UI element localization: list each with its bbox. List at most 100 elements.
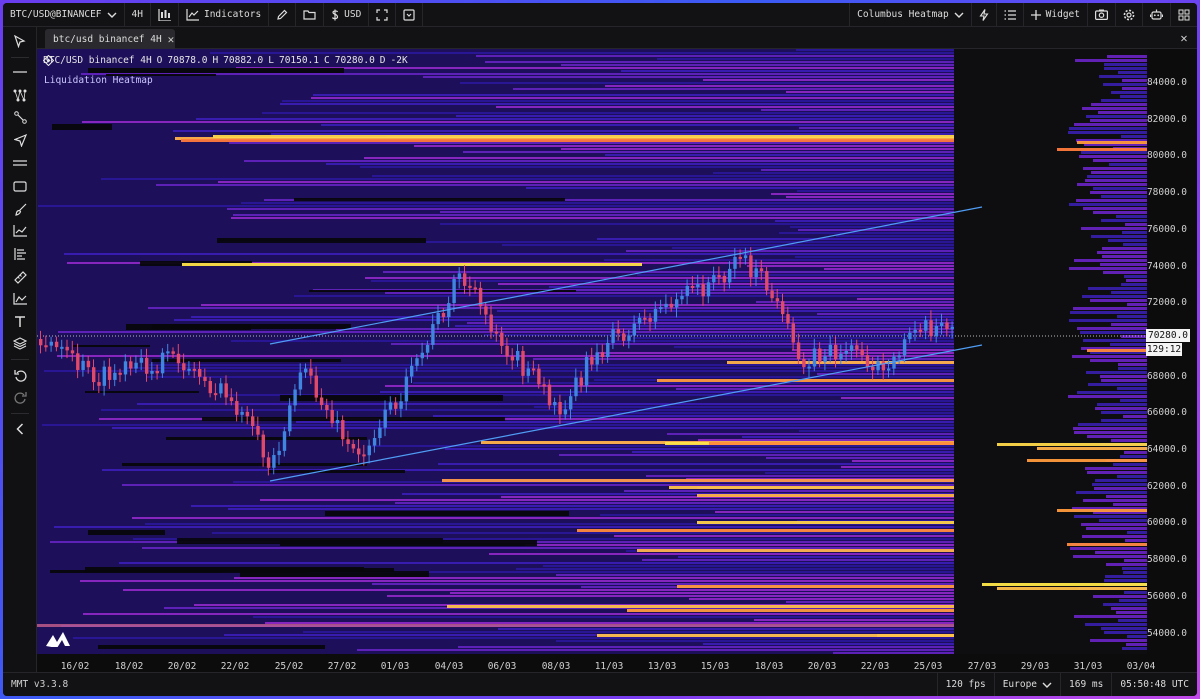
profile-bar [1073, 555, 1147, 558]
profile-bar [1116, 611, 1147, 614]
undo-button[interactable] [12, 367, 28, 383]
candle [198, 368, 202, 377]
horizontal-line-tool[interactable] [12, 64, 28, 80]
measure-tool[interactable] [12, 269, 28, 285]
text-tool[interactable] [12, 314, 28, 330]
candle [60, 346, 64, 349]
candle-countdown: 129:12 [1146, 343, 1182, 356]
candle [669, 303, 674, 308]
heatmap-gap [98, 645, 325, 649]
chart-area[interactable]: BTC/USD binancef 4H O 70878.0 H 70882.0 L7… [37, 49, 1197, 672]
chart-tab[interactable]: btc/usd binancef 4H ✕ [45, 29, 175, 49]
heatmap-band [447, 605, 954, 608]
candle [494, 331, 499, 334]
candle [765, 271, 769, 291]
heatmap-band [761, 169, 954, 171]
fullscreen-button[interactable] [369, 3, 397, 27]
forecast-tool[interactable] [12, 291, 28, 307]
profile-bar [1105, 575, 1147, 578]
time-tick-label: 29/03 [1020, 661, 1050, 672]
rectangle-tool[interactable] [12, 178, 28, 194]
bot-button[interactable] [1142, 3, 1170, 27]
heatmap-band [703, 79, 954, 81]
time-tick-label: 04/03 [434, 661, 464, 672]
profile-bar [1077, 327, 1147, 330]
fib-tool[interactable] [12, 87, 28, 103]
heatmap-band [64, 253, 954, 255]
redo-button[interactable] [12, 389, 28, 405]
heatmap-band [313, 94, 954, 96]
heatmap-band [796, 49, 954, 51]
heatmap-gap [309, 290, 576, 292]
candle [526, 368, 530, 376]
volume-profile-tool[interactable] [12, 246, 28, 262]
profile-bar [1091, 235, 1147, 238]
profile-bar [1094, 487, 1147, 490]
candle [510, 356, 515, 361]
settings-button[interactable] [1115, 3, 1142, 27]
heatmap-band [253, 616, 954, 618]
candle [590, 356, 594, 365]
draw-button[interactable] [269, 3, 297, 27]
layers-tool[interactable] [12, 335, 28, 351]
collapse-toolbar-button[interactable] [12, 421, 28, 437]
profile-bar [1067, 543, 1147, 546]
region-selector[interactable]: Europe [993, 672, 1060, 696]
indicators-button[interactable]: Indicators [179, 3, 270, 27]
profile-bar [1088, 383, 1147, 386]
profile-bar [1116, 215, 1147, 218]
chart-type-button[interactable] [151, 3, 179, 27]
profile-bar [997, 443, 1147, 446]
heatmap-band [621, 70, 954, 72]
folder-button[interactable] [296, 3, 325, 27]
profile-bar [1123, 415, 1147, 418]
apps-button[interactable] [1170, 3, 1197, 27]
tab-close-icon[interactable]: ✕ [168, 33, 175, 46]
symbol-selector[interactable]: BTC/USD@BINANCEF [3, 3, 125, 27]
candle [701, 284, 705, 297]
chevron-left-icon [16, 423, 24, 435]
profile-bar [1111, 439, 1147, 442]
screenshot-button[interactable] [1087, 3, 1115, 27]
time-tick-label: 22/03 [860, 661, 890, 672]
heatmap-band [433, 415, 954, 417]
heatmap-band [605, 85, 954, 87]
profile-bar [1087, 435, 1147, 438]
legend-open: 70878.0 [167, 55, 208, 66]
trendline-tool[interactable] [12, 109, 28, 125]
alerts-button[interactable] [970, 3, 996, 27]
heatmap-gap [122, 463, 367, 466]
candle [256, 426, 260, 435]
snapshot-menu-button[interactable] [396, 3, 424, 27]
currency-selector[interactable]: USD [324, 3, 370, 27]
ray-tool[interactable] [12, 132, 28, 148]
heatmap-band [296, 421, 954, 423]
heatmap-band [502, 244, 954, 246]
heatmap-band [372, 583, 954, 585]
timeframe-selector[interactable]: 4H [125, 3, 151, 27]
cursor-tool[interactable] [12, 33, 28, 49]
parallel-channel-tool[interactable] [12, 155, 28, 171]
profile-bar [1090, 359, 1147, 362]
profile-bar [1077, 183, 1147, 186]
chart-pattern-tool[interactable] [12, 223, 28, 239]
list-button[interactable] [995, 3, 1023, 27]
time-tick-label: 25/03 [913, 661, 943, 672]
candle [139, 357, 144, 363]
profile-bar [1126, 279, 1147, 282]
layout-selector[interactable]: Columbus Heatmap [849, 3, 971, 27]
add-widget-button[interactable]: Widget [1022, 3, 1087, 27]
candle [516, 350, 520, 361]
brush-tool[interactable] [12, 201, 28, 217]
candle [245, 411, 250, 417]
candle [616, 329, 621, 334]
close-pane-icon[interactable]: ✕ [1177, 31, 1191, 45]
profile-bar [1091, 171, 1147, 174]
candle [468, 285, 472, 288]
heatmap-band [672, 247, 954, 249]
profile-bar [1085, 179, 1147, 182]
heatmap-band [637, 274, 954, 276]
profile-bar [1101, 419, 1147, 422]
profile-bar [997, 587, 1147, 590]
price-tick-label: 54000.0 [1146, 627, 1187, 639]
